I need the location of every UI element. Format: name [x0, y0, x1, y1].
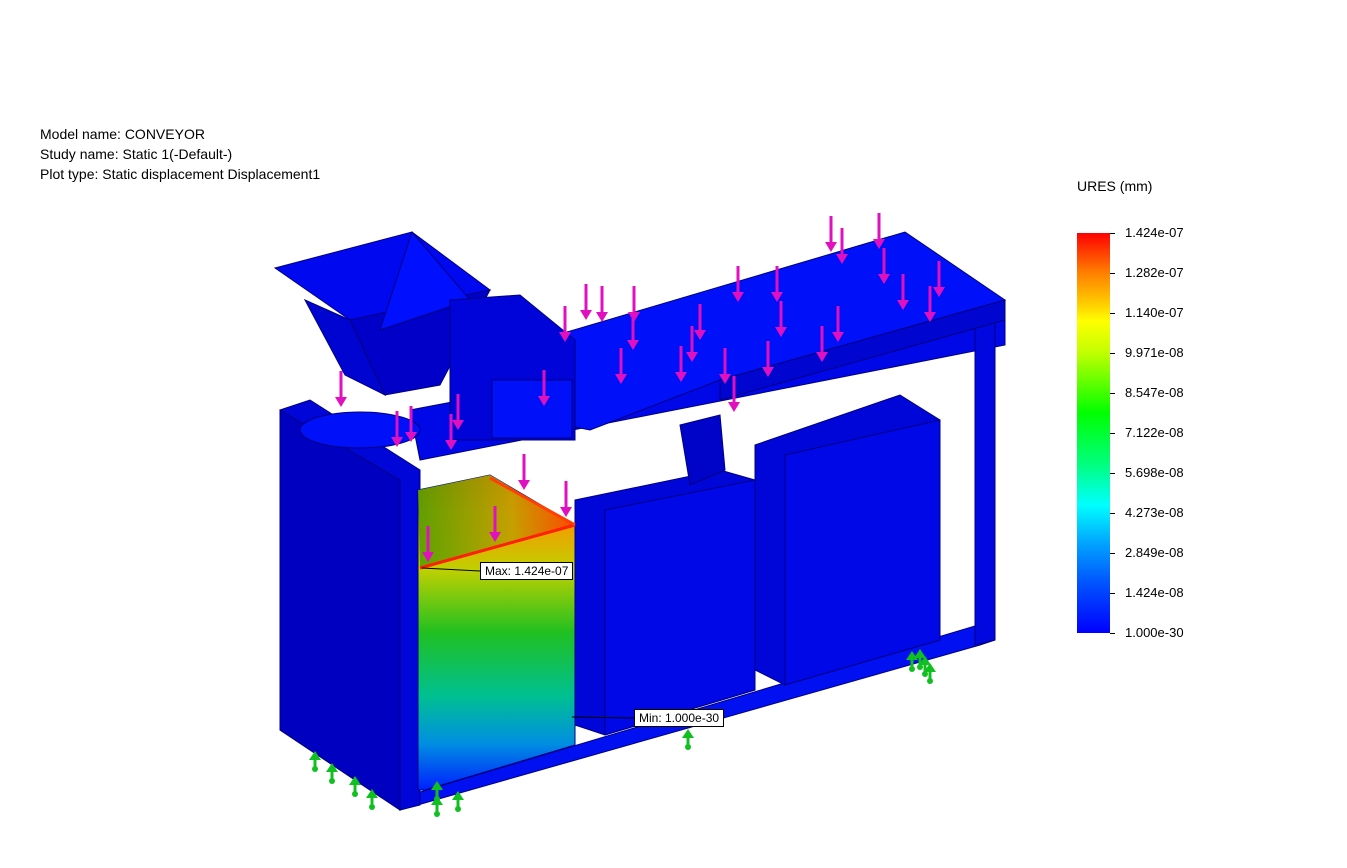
- load-arrow: [560, 481, 572, 517]
- load-arrow: [596, 286, 608, 322]
- load-arrow: [580, 284, 592, 320]
- min-callout[interactable]: Min: 1.000e-30: [634, 709, 725, 727]
- conveyor-model-view[interactable]: [0, 0, 1347, 868]
- max-callout[interactable]: Max: 1.424e-07: [480, 562, 574, 580]
- load-arrow: [518, 454, 530, 490]
- fixture-marker: [682, 729, 694, 750]
- load-arrow: [335, 371, 347, 407]
- load-arrow: [825, 216, 837, 252]
